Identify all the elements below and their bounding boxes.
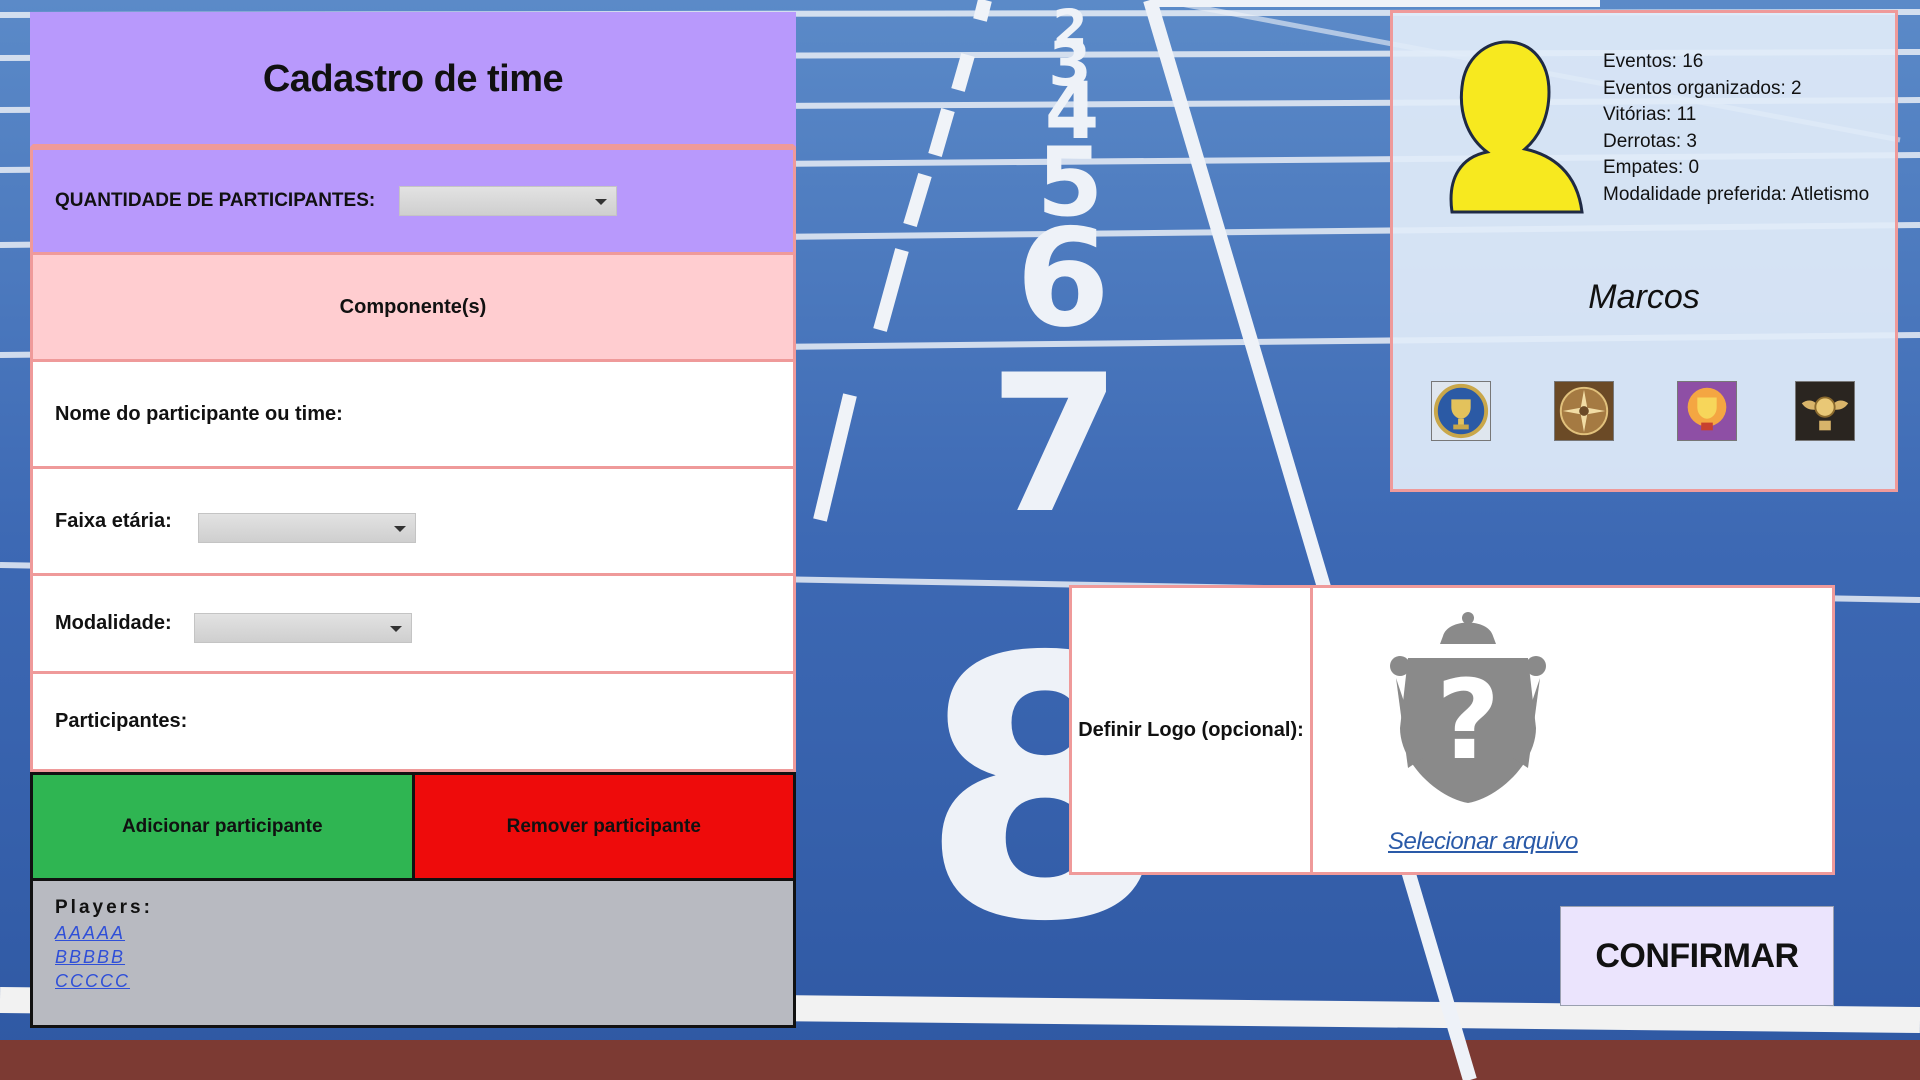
participant-name-label: Nome do participante ou time: (55, 402, 343, 425)
form-header: Cadastro de time (30, 12, 796, 147)
profile-card: Eventos: 16 Eventos organizados: 2 Vitór… (1390, 10, 1898, 492)
participants-row: Participantes: (30, 674, 796, 772)
add-participant-button[interactable]: Adicionar participante (33, 775, 415, 878)
winged-medal-badge-icon (1795, 381, 1855, 441)
stat-events: Eventos: 16 (1603, 51, 1704, 72)
select-file-link[interactable]: Selecionar arquivo (1388, 828, 1578, 856)
unknown-crest-icon: ? (1390, 612, 1546, 803)
logo-label: Definir Logo (opcional): (1072, 588, 1313, 872)
participant-name-row[interactable]: Nome do participante ou time: (30, 362, 796, 469)
player-link[interactable]: BBBBB (55, 945, 771, 969)
age-range-select[interactable] (197, 513, 416, 543)
stat-organized-events: Eventos organizados: 2 (1603, 77, 1802, 99)
chevron-down-icon (595, 199, 608, 205)
players-title: Players: (55, 897, 153, 918)
remove-participant-button[interactable]: Remover participante (414, 775, 793, 878)
logo-panel: Definir Logo (opcional): ? Selecionar ar… (1069, 585, 1835, 875)
cup-badge-icon (1677, 381, 1737, 441)
age-range-label: Faixa etária: (55, 509, 172, 532)
player-link[interactable]: CCCCC (55, 969, 771, 993)
trophy-badge-icon (1431, 381, 1491, 441)
quantity-row: QUANTIDADE DE PARTICIPANTES: (30, 147, 796, 255)
player-link[interactable]: AAAAA (55, 921, 771, 945)
logo-upload-area: ? Selecionar arquivo (1313, 588, 1832, 872)
profile-name: Marcos (1588, 278, 1700, 316)
components-label: Componente(s) (339, 295, 487, 318)
page-title: Cadastro de time (262, 58, 564, 100)
players-list: Players: AAAAA BBBBB CCCCC (30, 878, 796, 1028)
stat-favorite-modality: Modalidade preferida: Atletismo (1603, 183, 1870, 205)
participants-label: Participantes: (55, 710, 188, 732)
modality-select[interactable] (193, 612, 412, 643)
stat-wins: Vitórias: 11 (1603, 104, 1697, 126)
components-row: Componente(s) (30, 255, 796, 362)
chevron-down-icon (389, 625, 402, 632)
user-silhouette-icon (1449, 40, 1584, 214)
profile-stats: Eventos: 16 Eventos organizados: 2 Vitór… (1603, 49, 1869, 209)
quantity-select[interactable] (399, 186, 618, 216)
team-registration-form: Cadastro de time QUANTIDADE DE PARTICIPA… (30, 12, 796, 1028)
svg-text:?: ? (1436, 656, 1500, 784)
confirm-button[interactable]: CONFIRMAR (1560, 906, 1834, 1006)
quantity-label: QUANTIDADE DE PARTICIPANTES: (55, 190, 376, 211)
modality-row: Modalidade: (30, 576, 796, 674)
stat-losses: Derrotas: 3 (1603, 130, 1697, 152)
stat-draws: Empates: 0 (1603, 157, 1700, 179)
compass-badge-icon (1554, 381, 1614, 441)
participant-actions: Adicionar participante Remover participa… (30, 772, 796, 878)
modality-label: Modalidade: (55, 612, 172, 634)
chevron-down-icon (393, 526, 406, 532)
svg-text:7: 7 (989, 334, 1121, 555)
achievement-badges (1431, 381, 1861, 443)
age-range-row: Faixa etária: (30, 469, 796, 576)
